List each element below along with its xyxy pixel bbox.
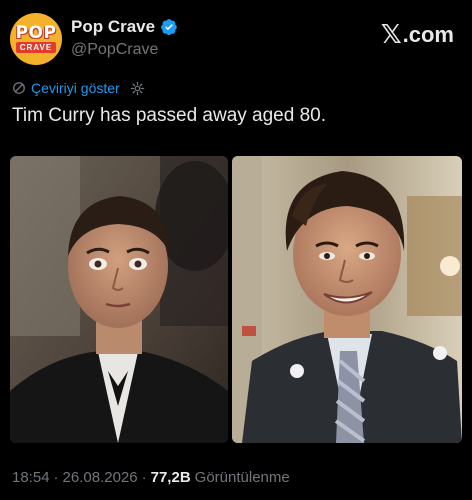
meta-separator: · [53, 469, 59, 486]
tweet-header: POP CRAVE Pop Crave @PopCrave 𝕏 .com [0, 0, 472, 76]
tweet-meta: 18:54 · 26.08.2026 · 77,2B Görüntülenme [12, 469, 290, 486]
x-logo-icon: 𝕏 [380, 20, 402, 50]
author-name-row[interactable]: Pop Crave [71, 17, 178, 37]
avatar-logo-bottom: CRAVE [15, 42, 57, 53]
photo-portrait-left [10, 156, 228, 443]
avatar-logo-top: POP [15, 23, 57, 43]
author-handle[interactable]: @PopCrave [71, 41, 158, 59]
x-brand: 𝕏 .com [381, 20, 454, 50]
author-display-name[interactable]: Pop Crave [71, 17, 155, 37]
verified-badge-icon [161, 19, 177, 36]
gear-icon[interactable] [130, 81, 145, 96]
tweet-photo-right[interactable] [232, 156, 462, 443]
views-label: Görüntülenme [194, 469, 290, 486]
tweet-date[interactable]: 26.08.2026 [63, 469, 138, 486]
tweet-time[interactable]: 18:54 [12, 469, 50, 486]
translate-row: Çeviriyi göster [12, 80, 145, 96]
tweet-photo-left[interactable] [10, 156, 228, 443]
translate-link[interactable]: Çeviriyi göster [31, 80, 120, 96]
tweet-text: Tim Curry has passed away aged 80. [12, 105, 327, 126]
avatar[interactable]: POP CRAVE [10, 13, 62, 65]
photo-portrait-right [232, 156, 462, 443]
x-brand-label: .com [402, 22, 454, 47]
meta-separator: · [141, 469, 147, 486]
views-count: 77,2B [150, 469, 191, 486]
translate-globe-icon [13, 82, 25, 94]
